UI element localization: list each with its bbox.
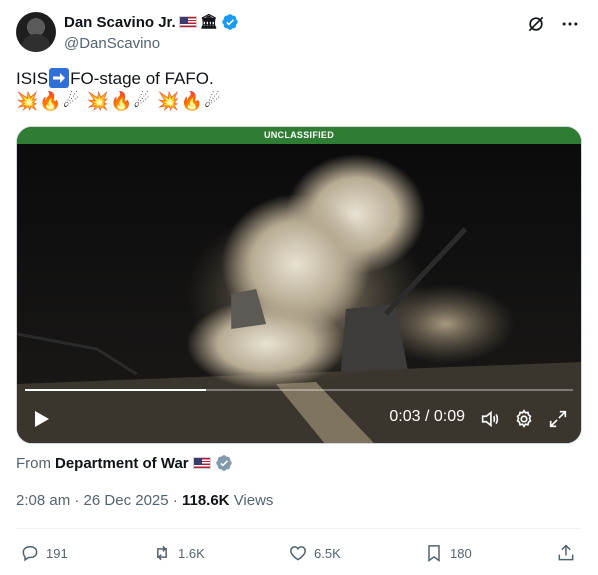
bookmark-count: 180	[450, 545, 472, 561]
verified-badge-icon[interactable]	[221, 13, 239, 31]
author-name-row[interactable]: Dan Scavino Jr. 🏛	[64, 13, 239, 31]
post-text: ISIS➡FO-stage of FAFO.	[16, 67, 214, 91]
post-emoji-line: 💥🔥☄ 💥🔥☄ 💥🔥☄	[16, 91, 222, 112]
like-count: 6.5K	[314, 545, 341, 561]
repost-count: 1.6K	[178, 545, 205, 561]
share-button[interactable]	[556, 540, 576, 566]
grok-icon[interactable]	[526, 14, 546, 34]
repost-button[interactable]: 1.6K	[152, 540, 205, 566]
post-time[interactable]: 2:08 am	[16, 492, 70, 509]
meta-separator: ·	[74, 492, 80, 509]
repost-icon	[157, 545, 167, 561]
avatar[interactable]	[16, 12, 56, 52]
source-account-link[interactable]: Department of War	[55, 455, 189, 472]
divider	[16, 528, 582, 529]
bookmark-button[interactable]: 180	[424, 540, 472, 566]
post-header: Dan Scavino Jr. 🏛 @DanScavino	[16, 12, 582, 54]
views-label: Views	[233, 492, 274, 509]
author-name[interactable]: Dan Scavino Jr.	[64, 14, 176, 31]
volume-icon[interactable]	[479, 408, 501, 430]
play-icon[interactable]	[31, 409, 51, 429]
heart-icon	[290, 546, 306, 561]
right-arrow-icon: ➡	[49, 68, 70, 88]
us-flag-icon	[178, 16, 197, 28]
source-attribution: From Department of War	[16, 454, 233, 472]
video-progress-bar[interactable]	[25, 389, 573, 391]
header-actions	[526, 14, 580, 34]
video-progress-fill	[25, 389, 206, 391]
source-from-label: From	[16, 454, 51, 472]
meta-separator: ·	[172, 492, 178, 509]
action-bar: 191 1.6K 6.5K 180	[16, 540, 582, 566]
us-flag-icon	[192, 457, 211, 469]
like-button[interactable]: 6.5K	[288, 540, 341, 566]
share-icon	[558, 544, 574, 561]
gov-verified-badge-icon[interactable]	[215, 454, 233, 472]
video-player[interactable]: UNCLASSIFIED 0:03 / 0:09	[16, 126, 582, 444]
fullscreen-icon[interactable]	[547, 408, 569, 430]
views-count[interactable]: 118.6K	[182, 492, 230, 509]
post-date[interactable]: 26 Dec 2025	[84, 492, 169, 509]
reply-icon	[22, 546, 38, 562]
reply-count: 191	[46, 545, 68, 561]
reply-button[interactable]: 191	[20, 540, 68, 566]
author-name-emoji: 🏛	[199, 14, 218, 30]
post-meta: 2:08 am · 26 Dec 2025 · 118.6K Views	[16, 492, 273, 509]
author-handle[interactable]: @DanScavino	[64, 35, 160, 52]
bookmark-icon	[428, 545, 440, 562]
classification-banner: UNCLASSIFIED	[17, 127, 581, 144]
post-text-prefix: ISIS	[16, 69, 49, 88]
more-options-icon[interactable]	[560, 14, 580, 34]
video-controls: 0:03 / 0:09	[17, 383, 581, 443]
video-timecode: 0:03 / 0:09	[389, 408, 465, 425]
post-text-suffix: FO-stage of FAFO.	[70, 69, 214, 88]
settings-gear-icon[interactable]	[513, 408, 535, 430]
